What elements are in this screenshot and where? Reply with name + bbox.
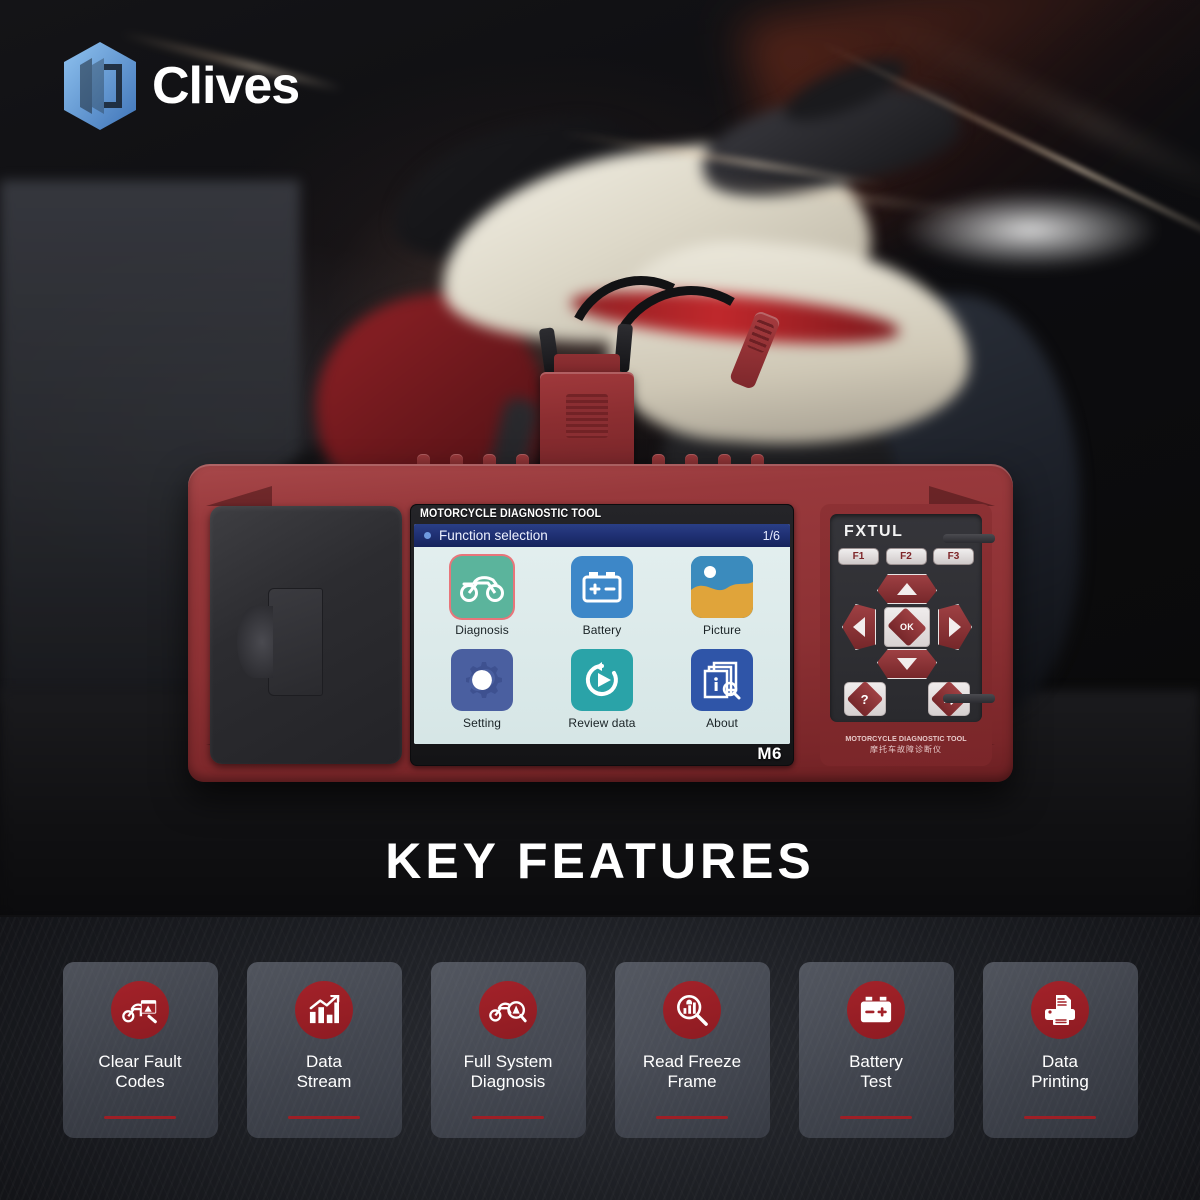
replay-play-icon xyxy=(571,649,633,711)
feature-card-data-printing[interactable]: Data Printing xyxy=(982,962,1138,1138)
feature-card-battery-test[interactable]: Battery Test xyxy=(798,962,954,1138)
strip-divider xyxy=(0,915,1200,917)
feature-card-full-system-diagnosis[interactable]: Full System Diagnosis xyxy=(430,962,586,1138)
feature-label: Data Printing xyxy=(1031,1052,1089,1092)
screen-title: Function selection xyxy=(439,528,548,543)
app-label: Picture xyxy=(702,623,742,637)
dpad-up-button[interactable] xyxy=(877,574,937,604)
app-label: Battery xyxy=(582,623,622,637)
f1-button[interactable]: F1 xyxy=(838,548,879,565)
picture-icon xyxy=(691,556,753,618)
app-label: Setting xyxy=(462,716,502,730)
page-indicator: 1/6 xyxy=(762,528,780,543)
keypad-caption-en: MOTORCYCLE DIAGNOSTIC TOOL xyxy=(845,734,967,743)
arrow-left-icon xyxy=(853,617,865,637)
arrow-down-icon xyxy=(897,658,917,670)
app-label: About xyxy=(706,716,738,730)
feature-label: Clear Fault Codes xyxy=(98,1052,182,1092)
motorcycle-icon xyxy=(451,556,513,618)
side-vent xyxy=(943,694,995,703)
f3-button[interactable]: F3 xyxy=(933,548,974,565)
accent-rule xyxy=(1024,1116,1096,1119)
ok-diamond-icon: OK xyxy=(887,607,927,647)
arrow-up-icon xyxy=(897,583,917,595)
ok-label: OK xyxy=(899,621,915,632)
diagnostic-tool-device: MOTORCYCLE DIAGNOSTIC TOOL M6 Function s… xyxy=(188,452,1013,782)
key-features-heading: KEY FEATURES xyxy=(385,833,815,889)
help-button[interactable]: ? xyxy=(844,680,886,718)
keypad-panel: FXTUL F1 F2 F3 OK ? MOTORCYCLE DIAGNOSTI… xyxy=(820,504,992,766)
accent-rule xyxy=(472,1116,544,1119)
motorcycle-scan-warning-icon xyxy=(479,981,537,1039)
app-tile-about[interactable]: About xyxy=(670,649,774,740)
app-tile-diagnosis[interactable]: Diagnosis xyxy=(430,556,534,647)
protective-boot-cover xyxy=(210,506,402,764)
device-body: MOTORCYCLE DIAGNOSTIC TOOL M6 Function s… xyxy=(188,464,1013,782)
bar-chart-trend-icon xyxy=(295,981,353,1039)
accent-rule xyxy=(288,1116,360,1119)
product-marketing-image: Clives MOTORCYCLE DIAGNOSTIC TOOL M6 Fun… xyxy=(0,0,1200,1200)
keypad-brand: FXTUL xyxy=(844,523,904,540)
boot-thumb-grip xyxy=(237,606,273,678)
f2-button[interactable]: F2 xyxy=(885,548,927,565)
printer-icon xyxy=(1031,981,1089,1039)
screen-title-bar: Function selection 1/6 xyxy=(414,524,790,547)
dpad-left-button[interactable] xyxy=(842,604,876,650)
help-diamond-icon: ? xyxy=(846,680,884,718)
bullet-dot-icon xyxy=(424,532,431,539)
feature-label: Read Freeze Frame xyxy=(642,1052,742,1092)
lcd-screen[interactable]: Function selection 1/6 Diagnosis Battery… xyxy=(414,524,790,744)
arrow-right-icon xyxy=(949,617,961,637)
feature-card-data-stream[interactable]: Data Stream xyxy=(246,962,402,1138)
feature-label: Full System Diagnosis xyxy=(463,1052,553,1092)
hexagon-c-logo-icon xyxy=(64,42,136,130)
keypad-caption-cn: 摩托车故障诊断仪 xyxy=(870,745,942,754)
features-strip: Clear Fault Codes Data Stream Full Syste… xyxy=(0,915,1200,1200)
screen-bezel: MOTORCYCLE DIAGNOSTIC TOOL M6 Function s… xyxy=(410,504,794,766)
app-tile-battery[interactable]: Battery xyxy=(550,556,654,647)
app-tile-review-data[interactable]: Review data xyxy=(550,649,654,740)
dpad: OK xyxy=(842,574,972,679)
accent-rule xyxy=(104,1116,176,1119)
battery-icon xyxy=(847,981,905,1039)
model-label: M6 xyxy=(757,744,782,763)
feature-card-read-freeze-frame[interactable]: Read Freeze Frame xyxy=(614,962,770,1138)
accent-rule xyxy=(656,1116,728,1119)
app-label: Review data xyxy=(568,716,636,730)
side-vent xyxy=(943,534,995,543)
app-label: Diagnosis xyxy=(455,623,509,637)
gear-icon xyxy=(451,649,513,711)
dpad-down-button[interactable] xyxy=(877,649,937,679)
brand-logo: Clives xyxy=(58,40,300,132)
dpad-right-button[interactable] xyxy=(938,604,972,650)
function-key-row: F1 F2 F3 xyxy=(838,548,974,565)
app-grid: Diagnosis Battery Picture Setting Review… xyxy=(414,547,790,744)
ok-button[interactable]: OK xyxy=(884,607,930,647)
battery-icon xyxy=(571,556,633,618)
feature-card-list: Clear Fault Codes Data Stream Full Syste… xyxy=(0,962,1200,1138)
magnifier-chart-icon xyxy=(663,981,721,1039)
feature-label: Data Stream xyxy=(296,1052,352,1092)
keypad-surface: FXTUL F1 F2 F3 OK ? xyxy=(830,514,982,722)
accent-rule xyxy=(840,1116,912,1119)
boot-latch xyxy=(268,588,323,696)
motorcycle-clear-codes-icon xyxy=(111,981,169,1039)
obd-connector-assembly xyxy=(520,256,850,480)
bezel-caption: MOTORCYCLE DIAGNOSTIC TOOL xyxy=(420,508,602,520)
app-tile-setting[interactable]: Setting xyxy=(430,649,534,740)
feature-label: Battery Test xyxy=(849,1052,903,1092)
documents-info-icon xyxy=(691,649,753,711)
app-tile-picture[interactable]: Picture xyxy=(670,556,774,647)
logo-wordmark: Clives xyxy=(152,57,300,115)
feature-card-clear-fault-codes[interactable]: Clear Fault Codes xyxy=(62,962,218,1138)
